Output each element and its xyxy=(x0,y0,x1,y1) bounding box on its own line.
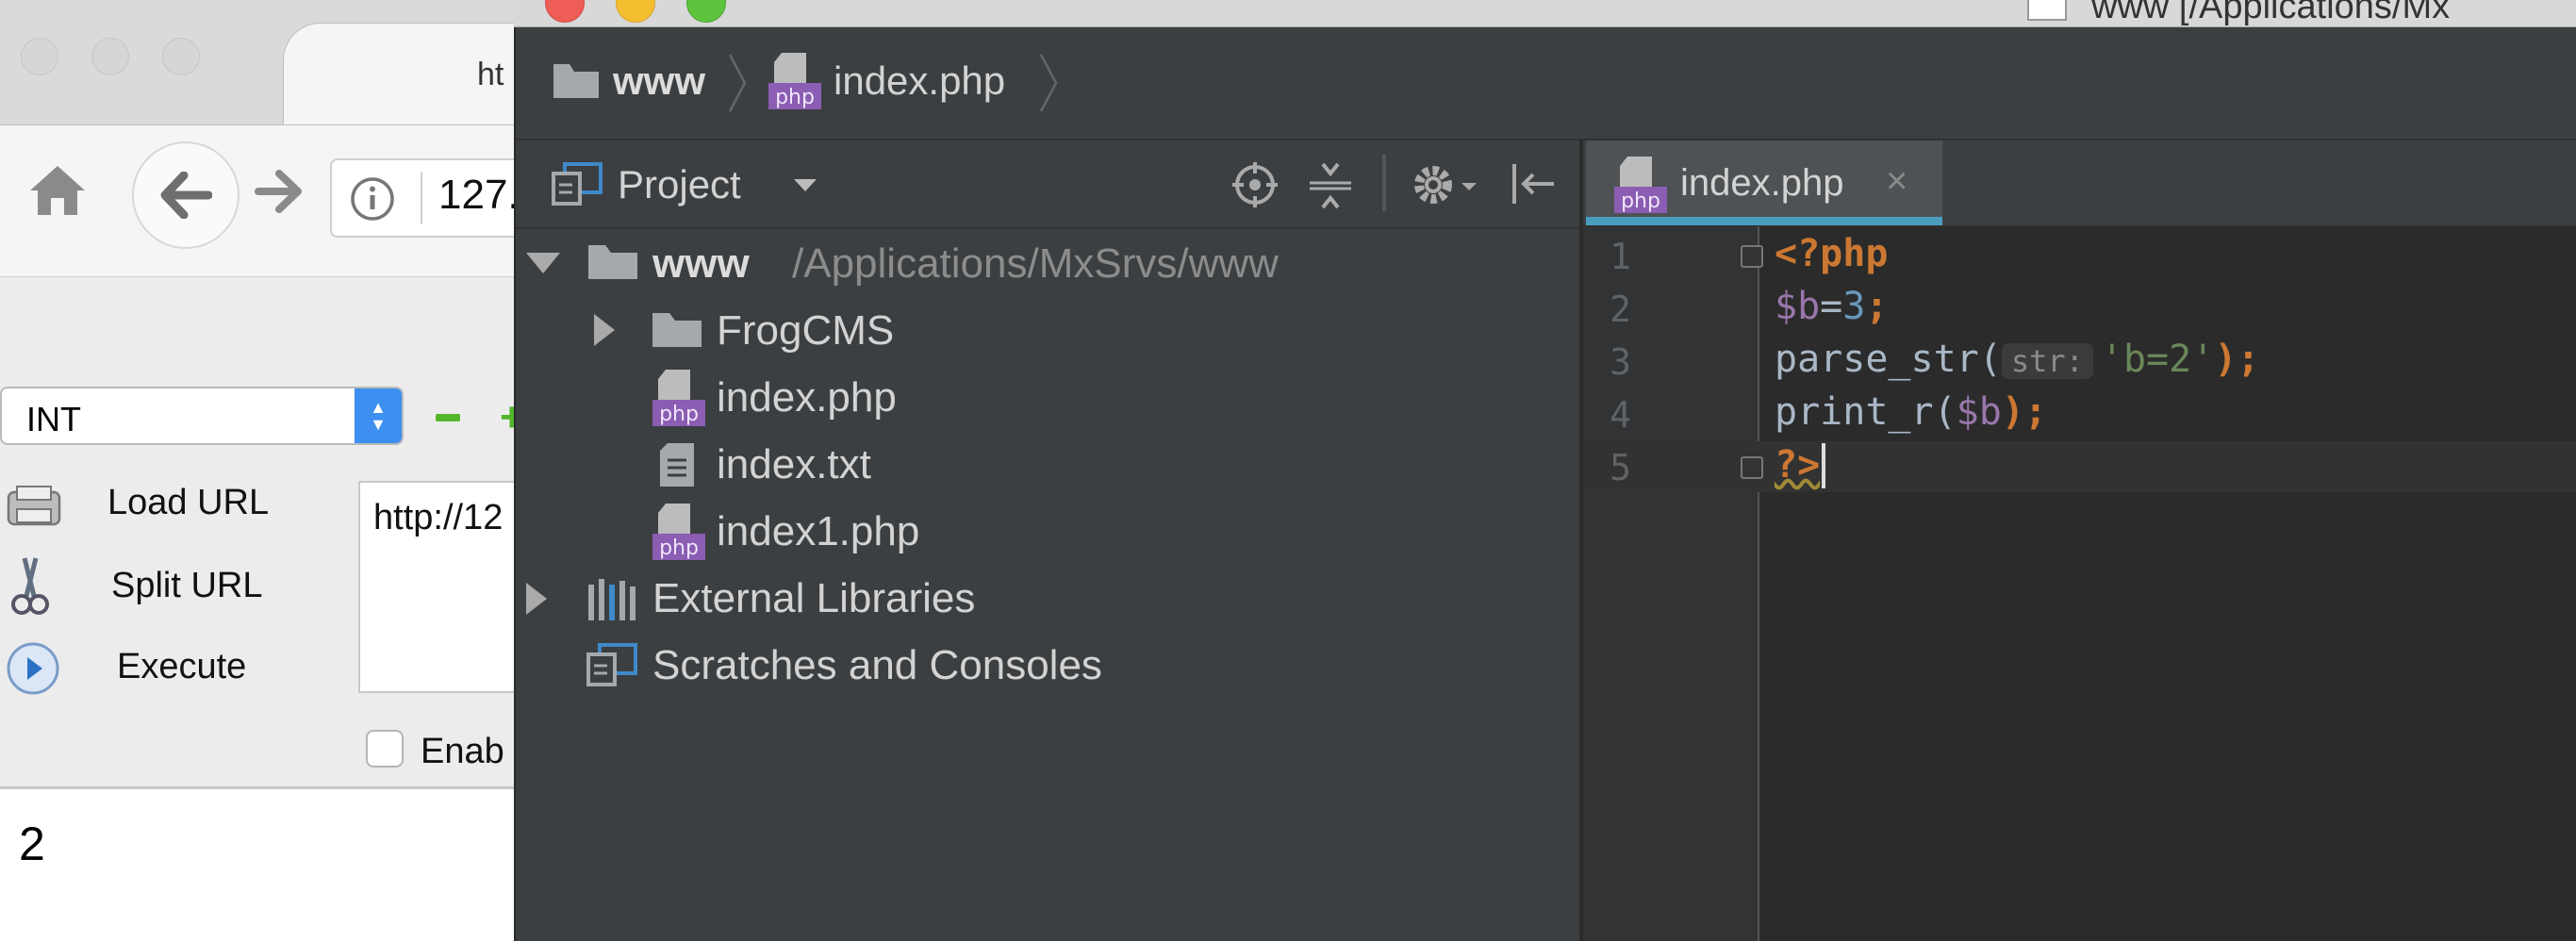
info-icon[interactable] xyxy=(349,175,396,227)
project-panel-title[interactable]: Project xyxy=(618,162,741,207)
tree-root-path: /Applications/MxSrvs/www xyxy=(792,240,1279,287)
scissors-icon xyxy=(11,554,49,621)
code-editor[interactable] xyxy=(1759,226,2576,941)
expand-arrow-icon[interactable] xyxy=(526,583,547,615)
tree-item-external-libraries[interactable]: External Libraries xyxy=(652,575,975,622)
type-select-value: INT xyxy=(26,400,81,438)
folder-icon xyxy=(651,311,703,354)
hide-panel-icon[interactable] xyxy=(1509,160,1558,212)
editor-gutter xyxy=(1583,226,1759,941)
statement-end: ); xyxy=(2214,338,2260,381)
url-separator xyxy=(421,172,422,224)
load-url-icon xyxy=(6,483,62,537)
param-hint: str: xyxy=(2001,343,2093,379)
execute-button[interactable]: Execute xyxy=(117,647,246,687)
line-number: 2 xyxy=(1610,289,1631,330)
back-button[interactable] xyxy=(132,141,239,249)
navigation-bar xyxy=(516,27,2576,140)
select-arrows-icon[interactable]: ▲ ▼ xyxy=(355,388,402,443)
tree-item-index-php[interactable]: index.php xyxy=(717,374,897,421)
var-b: $b xyxy=(1956,390,2002,434)
load-url-button[interactable]: Load URL xyxy=(107,483,269,523)
breadcrumb-project[interactable]: www xyxy=(613,58,705,104)
tree-item-frogcms[interactable]: FrogCMS xyxy=(717,307,894,355)
func-print-r: print_r( xyxy=(1775,390,1957,434)
chevron-down-icon[interactable] xyxy=(794,179,817,191)
url-text[interactable]: 127. xyxy=(438,172,520,219)
php-file-icon: php xyxy=(1614,155,1667,218)
page-output-text: 2 xyxy=(19,817,45,870)
current-line-highlight xyxy=(1583,441,2576,492)
string-literal: 'b=2' xyxy=(2100,338,2215,381)
close-tab-icon[interactable]: × xyxy=(1886,160,1907,203)
svg-text:php: php xyxy=(775,86,815,109)
tree-item-scratches[interactable]: Scratches and Consoles xyxy=(652,642,1102,689)
close-window-button[interactable] xyxy=(21,38,58,75)
url-textarea-value: http://12 xyxy=(373,498,504,537)
operator: = xyxy=(1820,285,1843,328)
libraries-icon xyxy=(586,577,639,627)
svg-text:php: php xyxy=(659,537,699,560)
back-arrow-icon xyxy=(160,172,212,219)
fold-marker-icon[interactable] xyxy=(1741,245,1763,268)
svg-text:php: php xyxy=(659,403,699,426)
decrement-button[interactable] xyxy=(436,414,460,421)
code-line-2: $b=3; xyxy=(1775,285,1888,328)
text-file-icon xyxy=(658,441,696,493)
editor-tab-label: index.php xyxy=(1680,162,1844,204)
home-icon xyxy=(30,166,85,215)
statement-end: ); xyxy=(2001,390,2047,434)
php-file-icon: php xyxy=(768,51,821,114)
expand-arrow-icon[interactable] xyxy=(594,314,615,346)
code-line-3: parse_str(str:'b=2'); xyxy=(1775,338,2259,381)
enable-post-checkbox[interactable] xyxy=(366,730,404,768)
line-number: 5 xyxy=(1610,447,1631,488)
execute-icon xyxy=(4,639,62,702)
svg-text:php: php xyxy=(1621,190,1660,213)
text-caret xyxy=(1822,443,1825,488)
tree-root-name[interactable]: www xyxy=(652,240,750,288)
tree-item-index1-php[interactable]: index1.php xyxy=(717,508,919,555)
semicolon: ; xyxy=(1865,285,1889,328)
code-line-4: print_r($b); xyxy=(1775,390,2047,434)
active-tab-indicator xyxy=(1586,217,1942,225)
project-view-icon xyxy=(552,162,603,210)
expand-arrow-icon[interactable] xyxy=(526,253,560,273)
gear-icon[interactable] xyxy=(1411,158,1482,216)
php-project-icon xyxy=(2027,0,2067,21)
locate-icon[interactable] xyxy=(1230,160,1280,214)
line-number: 3 xyxy=(1610,341,1631,383)
code-line-5: ?> xyxy=(1775,443,1820,487)
toolbar-divider xyxy=(1382,155,1386,211)
code-line-1: <?php xyxy=(1775,232,1888,275)
page-output xyxy=(0,789,528,941)
php-close-tag: ?> xyxy=(1775,443,1821,487)
breadcrumb-file[interactable]: index.php xyxy=(834,58,1005,104)
php-file-icon: php xyxy=(652,368,705,431)
enable-post-label: Enab xyxy=(421,732,504,771)
line-number: 4 xyxy=(1610,394,1631,436)
forward-arrow-icon xyxy=(255,170,302,213)
browser-tab-title: ht xyxy=(477,57,504,92)
split-url-button[interactable]: Split URL xyxy=(111,566,263,606)
maximize-window-button[interactable] xyxy=(162,38,200,75)
func-parse-str: parse_str( xyxy=(1775,338,2002,381)
ide-window-title: www [/Applications/Mx xyxy=(2091,0,2451,26)
fold-marker-icon[interactable] xyxy=(1741,456,1763,479)
line-number: 1 xyxy=(1610,236,1631,277)
forward-button[interactable] xyxy=(255,170,302,218)
collapse-all-icon[interactable] xyxy=(1306,160,1355,214)
folder-icon xyxy=(552,62,601,105)
breadcrumb-separator-icon xyxy=(728,54,747,112)
minimize-window-button[interactable] xyxy=(91,38,129,75)
tree-item-index-txt[interactable]: index.txt xyxy=(717,441,871,488)
php-open-tag: <?php xyxy=(1775,232,1889,275)
folder-icon xyxy=(586,243,639,286)
number: 3 xyxy=(1842,285,1866,328)
home-button[interactable] xyxy=(28,164,87,222)
scratches-icon xyxy=(586,643,639,693)
breadcrumb-separator-icon xyxy=(1039,54,1058,112)
php-file-icon: php xyxy=(652,502,705,565)
var-b: $b xyxy=(1775,285,1821,328)
